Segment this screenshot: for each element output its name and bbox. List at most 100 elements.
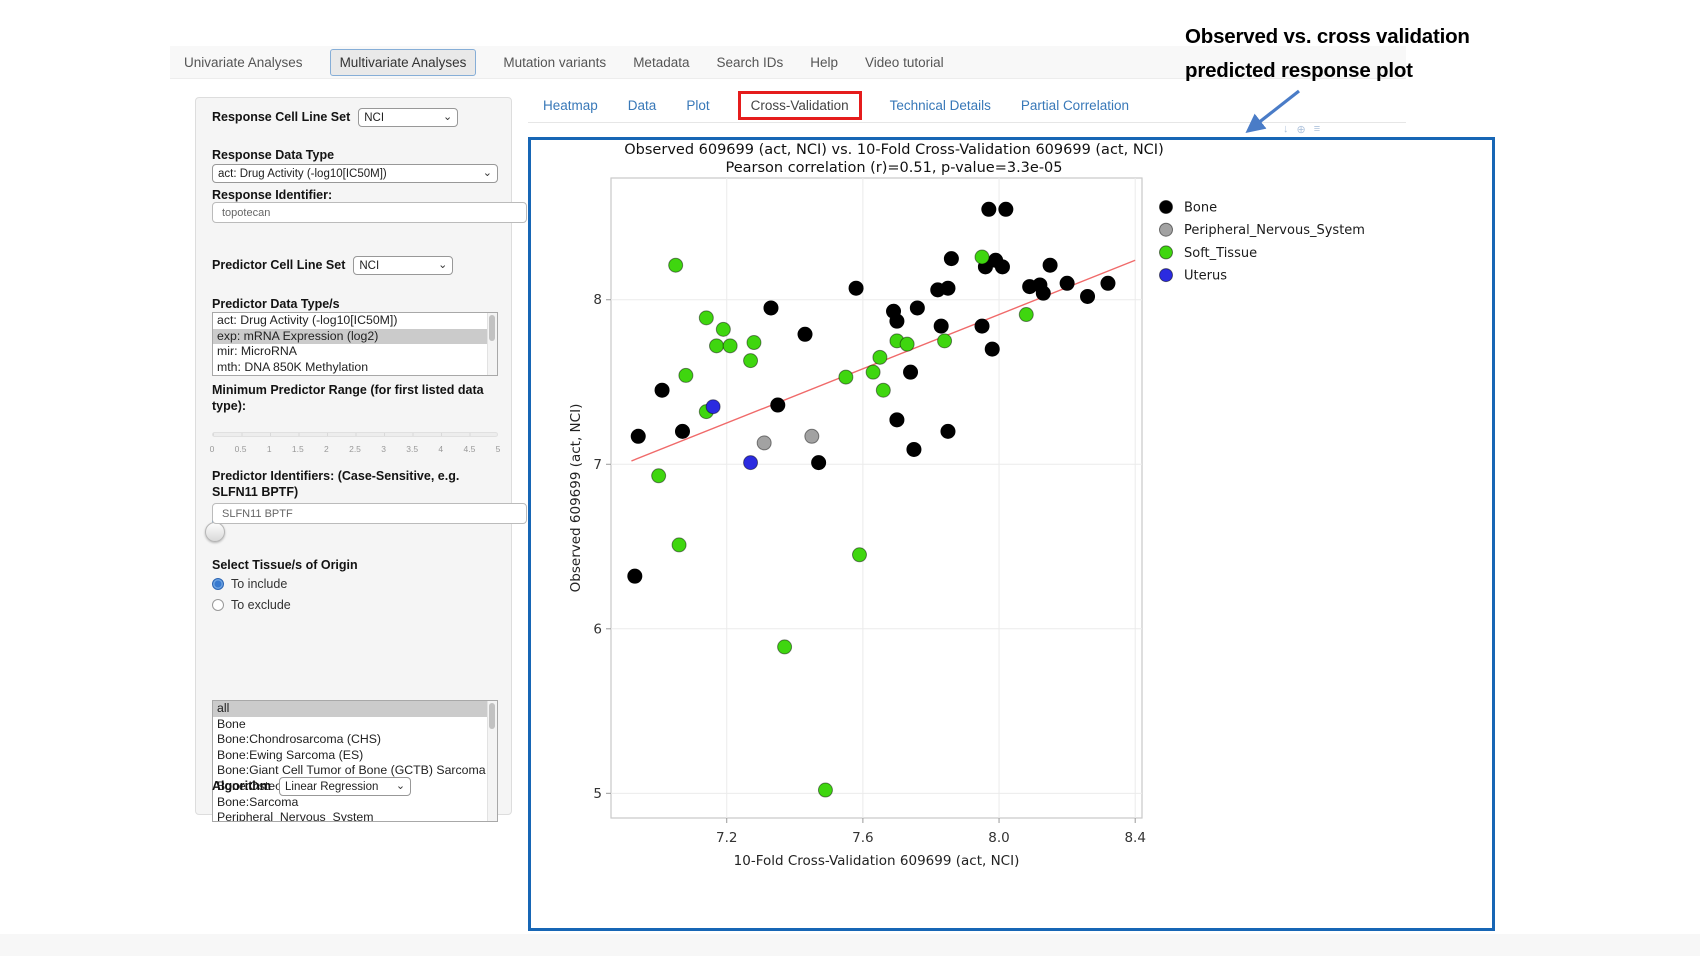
data-point-soft-tissue (716, 322, 730, 336)
y-axis-title: Observed 609699 (act, NCI) (568, 404, 584, 593)
chevron-down-icon: ⌄ (396, 781, 405, 792)
algorithm-row: Algorithm Linear Regression ⌄ (212, 777, 498, 796)
data-point-bone (890, 413, 904, 427)
data-point-bone (812, 456, 826, 470)
tissue-option-all[interactable]: all (213, 701, 491, 717)
tissue-option-bone-chondrosarcoma-chs-[interactable]: Bone:Chondrosarcoma (CHS) (213, 732, 491, 748)
nav-item-video-tutorial[interactable]: Video tutorial (865, 55, 944, 70)
y-tick-label: 6 (593, 621, 602, 637)
data-point-soft-tissue (839, 370, 853, 384)
predictor-data-type-option-mir-microrna[interactable]: mir: MicroRNA (213, 344, 491, 360)
predictor-cell-line-set-select[interactable]: NCI ⌄ (353, 256, 453, 275)
tissue-origin-label: Select Tissue/s of Origin (212, 557, 498, 573)
data-point-bone (982, 202, 996, 216)
nav-item-multivariate-analyses[interactable]: Multivariate Analyses (330, 49, 477, 76)
slider-tick-4.5: 4.5 (463, 444, 475, 454)
tab-data[interactable]: Data (628, 98, 657, 113)
data-point-soft-tissue (669, 258, 683, 272)
min-predictor-range-slider-track[interactable] (212, 432, 498, 437)
legend-item-peripheral-nervous-system[interactable]: Peripheral_Nervous_System (1160, 223, 1365, 238)
legend-marker-icon (1160, 201, 1173, 214)
scrollbar-thumb[interactable] (489, 703, 495, 729)
radio-to-include[interactable]: To include (212, 577, 498, 591)
data-point-soft-tissue (723, 339, 737, 353)
slider-tick-0.5: 0.5 (235, 444, 247, 454)
nav-item-univariate-analyses[interactable]: Univariate Analyses (184, 55, 303, 70)
tissue-listbox[interactable]: allBoneBone:Chondrosarcoma (CHS)Bone:Ewi… (212, 700, 498, 822)
response-cell-line-set-row: Response Cell Line Set NCI ⌄ (212, 108, 498, 127)
tab-cross-validation[interactable]: Cross-Validation (751, 98, 849, 113)
legend-label: Uterus (1184, 269, 1227, 284)
legend-label: Peripheral_Nervous_System (1184, 223, 1365, 238)
legend-item-uterus[interactable]: Uterus (1160, 269, 1228, 284)
data-point-soft-tissue (1019, 308, 1033, 322)
scrollbar[interactable] (487, 313, 497, 375)
result-tabs: Heatmap Data Plot Cross-Validation Technical… (543, 90, 1129, 120)
algorithm-select[interactable]: Linear Regression ⌄ (279, 777, 411, 796)
response-cell-line-set-select[interactable]: NCI ⌄ (358, 108, 458, 127)
tissue-option-bone[interactable]: Bone (213, 717, 491, 733)
predictor-data-type-option-exp-mrna-expression-log2-[interactable]: exp: mRNA Expression (log2) (213, 329, 491, 345)
data-point-bone (771, 398, 785, 412)
radio-button-icon[interactable] (212, 599, 224, 611)
min-predictor-range-slider-handle[interactable] (205, 522, 225, 542)
slider-tick-3.5: 3.5 (406, 444, 418, 454)
data-point-peripheral-nervous-system (805, 429, 819, 443)
data-point-bone (1101, 276, 1115, 290)
chevron-down-icon: ⌄ (483, 168, 492, 179)
radio-label: To include (231, 577, 287, 591)
data-point-bone (675, 424, 689, 438)
nav-item-metadata[interactable]: Metadata (633, 55, 689, 70)
nav-item-help[interactable]: Help (810, 55, 838, 70)
legend-label: Bone (1184, 201, 1217, 216)
plot-panel (611, 178, 1142, 818)
min-predictor-range-label: Minimum Predictor Range (for first liste… (212, 382, 498, 415)
slider-tick-2.5: 2.5 (349, 444, 361, 454)
predictor-data-types-listbox[interactable]: act: Drug Activity (-log10[IC50M])exp: m… (212, 312, 498, 376)
response-data-type-select[interactable]: act: Drug Activity (-log10[IC50M]) ⌄ (212, 164, 498, 183)
tissue-option-peripheral-nervous-system[interactable]: Peripheral_Nervous_System (213, 810, 491, 822)
annotation-text: Observed vs. cross validation predicted … (1185, 20, 1470, 88)
slider-tick-4: 4 (438, 444, 443, 454)
response-identifier-input[interactable] (212, 202, 527, 223)
data-point-soft-tissue (873, 350, 887, 364)
legend-item-soft-tissue[interactable]: Soft_Tissue (1160, 246, 1258, 261)
tab-heatmap[interactable]: Heatmap (543, 98, 598, 113)
analysis-settings-panel: Response Cell Line Set NCI ⌄ Response Da… (195, 97, 512, 815)
tissue-option-bone-ewing-sarcoma-es-[interactable]: Bone:Ewing Sarcoma (ES) (213, 748, 491, 764)
legend-item-bone[interactable]: Bone (1160, 201, 1218, 216)
tab-partial-correlation[interactable]: Partial Correlation (1021, 98, 1129, 113)
predictor-data-type-option-mth-dna-850k-methylation[interactable]: mth: DNA 850K Methylation (213, 360, 491, 376)
slider-tick-labels: 00.511.522.533.544.55 (212, 444, 498, 456)
slider-tick-5: 5 (496, 444, 501, 454)
cross-validation-scatter-plot[interactable]: 7.27.68.08.4567810-Fold Cross-Validation… (528, 137, 1495, 877)
data-point-soft-tissue (778, 640, 792, 654)
tab-plot[interactable]: Plot (686, 98, 709, 113)
tab-technical-details[interactable]: Technical Details (890, 98, 991, 113)
x-axis-title: 10-Fold Cross-Validation 609699 (act, NC… (734, 853, 1020, 869)
scrollbar-thumb[interactable] (489, 315, 495, 341)
nav-item-mutation-variants[interactable]: Mutation variants (503, 55, 606, 70)
data-point-bone (934, 319, 948, 333)
tissue-option-bone-sarcoma[interactable]: Bone:Sarcoma (213, 795, 491, 811)
legend-marker-icon (1160, 223, 1173, 236)
x-tick-label: 7.2 (716, 830, 737, 846)
annotation-line1: Observed vs. cross validation (1185, 20, 1470, 54)
radio-button-icon[interactable] (212, 578, 224, 590)
data-point-bone (631, 429, 645, 443)
predictor-identifiers-input[interactable] (212, 503, 527, 524)
data-point-bone (944, 252, 958, 266)
data-point-soft-tissue (747, 336, 761, 350)
legend-label: Soft_Tissue (1184, 246, 1257, 261)
y-tick-label: 8 (593, 292, 602, 308)
radio-to-exclude[interactable]: To exclude (212, 598, 498, 612)
chevron-down-icon: ⌄ (438, 260, 447, 271)
predictor-data-type-option-act-drug-activity-log10-ic50m-[interactable]: act: Drug Activity (-log10[IC50M]) (213, 313, 491, 329)
predictor-cell-line-set-value: NCI (359, 260, 379, 272)
data-point-bone (999, 202, 1013, 216)
scrollbar[interactable] (487, 701, 497, 821)
data-point-bone (1036, 286, 1050, 300)
data-point-bone (1043, 258, 1057, 272)
nav-item-search-ids[interactable]: Search IDs (716, 55, 783, 70)
algorithm-value: Linear Regression (285, 781, 378, 793)
